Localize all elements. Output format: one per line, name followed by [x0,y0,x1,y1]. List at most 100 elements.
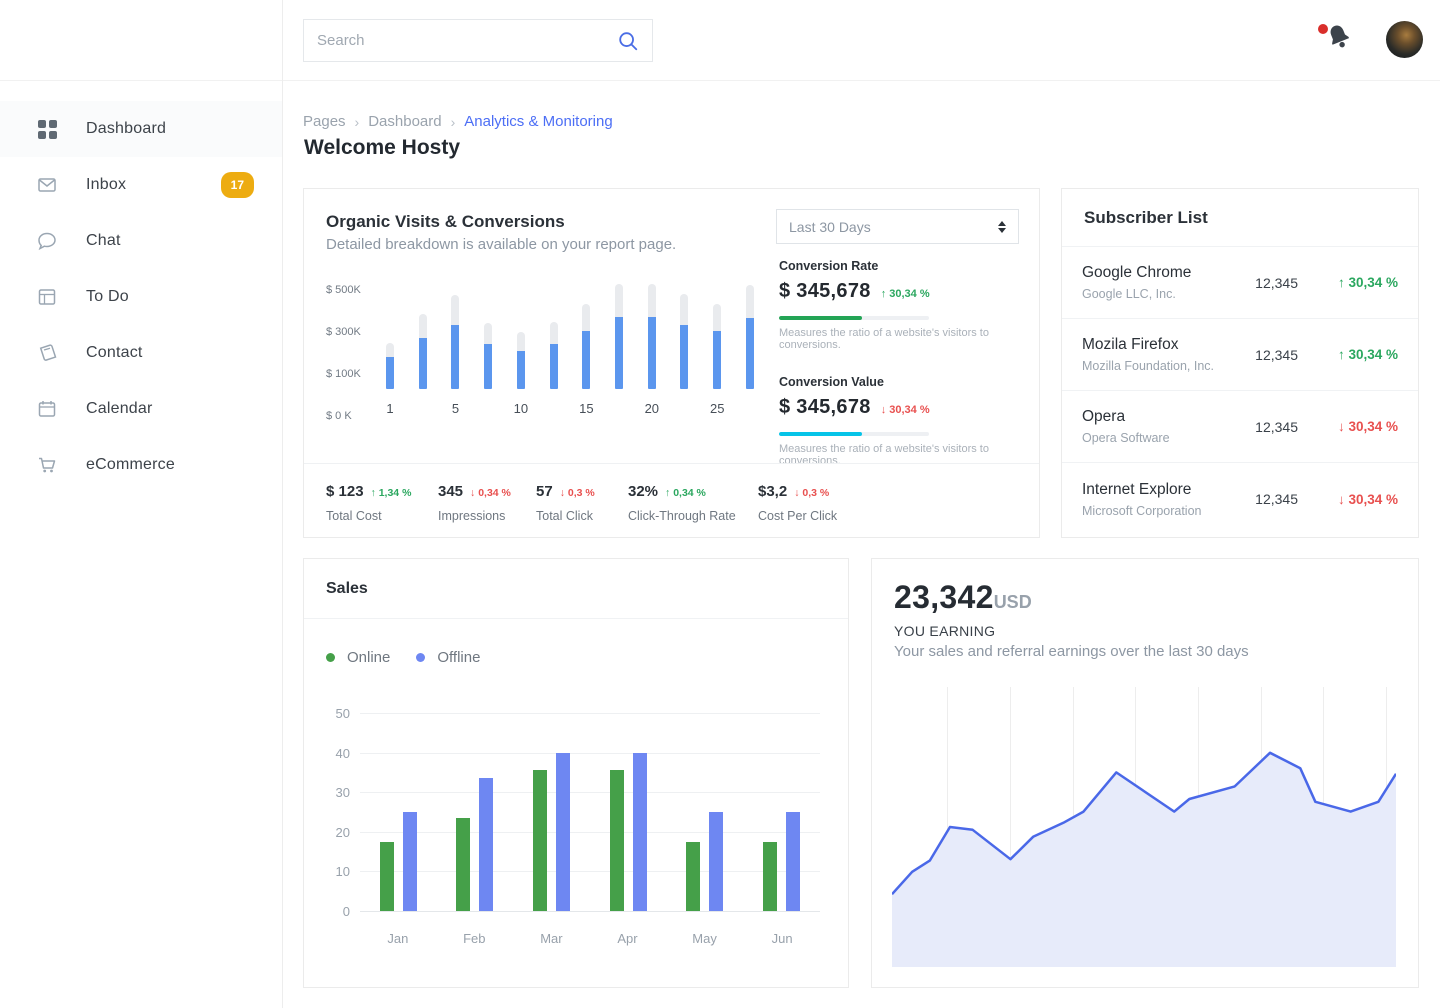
earning-amount: 23,342 [894,579,994,616]
sidebar-item-inbox[interactable]: Inbox17 [0,157,282,213]
subscriber-name: Google Chrome [1082,264,1242,282]
sales-chart-plot [360,713,820,911]
stat-delta: ↓ 0,3 % [794,487,829,499]
organic-bar-fill [550,344,558,389]
sidebar-item-dashboard[interactable]: Dashboard [0,101,282,157]
metric-caption: Measures the ratio of a website's visito… [779,327,1019,351]
subscriber-row[interactable]: Google ChromeGoogle LLC, Inc.12,345↑ 30,… [1062,247,1418,319]
subscriber-company: Microsoft Corporation [1082,504,1242,518]
subscriber-row[interactable]: Internet ExploreMicrosoft Corporation12,… [1062,463,1418,535]
organic-card-subtitle: Detailed breakdown is available on your … [326,236,676,253]
x-tick-label: Jan [387,931,408,946]
sidebar-nav: DashboardInbox17Chat To Do Contact Calendar… [0,81,282,493]
sales-legend: Online Offline [326,649,480,666]
dashboard-page: DashboardInbox17ChatTo DoContactCalendar… [0,0,1440,1008]
stat-click-through-rate: 32%↑ 0,34 %Click-Through Rate [628,483,758,523]
organic-bar [615,284,623,389]
sales-card-header: Sales [304,559,848,619]
y-tick-label: 30 [336,785,350,800]
x-tick-label: Jun [772,931,793,946]
search-box [303,19,653,62]
y-tick-label: 40 [336,746,350,761]
organic-bar [648,284,656,389]
breadcrumb-item[interactable]: Dashboard [368,113,441,130]
sidebar-item-ecommerce[interactable]: eCommerce [0,437,282,493]
notifications-button[interactable] [1324,22,1358,56]
legend-label: Online [347,649,390,666]
divider [304,463,1039,464]
y-tick-label: $ 0 K [326,410,352,422]
y-tick-label: 20 [336,825,350,840]
legend-dot [416,653,425,662]
organic-bar-fill [648,317,656,389]
earning-area-svg [892,687,1396,967]
metric-label: Conversion Rate [779,259,1019,273]
subscriber-row[interactable]: Mozila FirefoxMozilla Foundation, Inc.12… [1062,319,1418,391]
sidebar-item-to-do[interactable]: To Do [0,269,282,325]
stats-row: $ 123↑ 1,34 %Total Cost345↓ 0,34 %Impres… [326,483,837,523]
subscriber-company: Google LLC, Inc. [1082,287,1242,301]
stat-value-row: $ 123↑ 1,34 % [326,483,438,500]
sales-bar-offline [633,753,647,911]
x-tick-label: Feb [463,931,485,946]
sidebar-item-contact[interactable]: Contact [0,325,282,381]
bell-icon [1319,17,1358,56]
breadcrumb: Pages›Dashboard›Analytics & Monitoring [303,113,613,130]
organic-bar [680,294,688,389]
stat-value: 345 [438,483,463,500]
stat-label: Total Click [536,509,628,523]
stat-delta: ↑ 0,34 % [665,487,706,499]
stat-delta: ↑ 1,34 % [371,487,412,499]
legend-label: Offline [437,649,480,666]
y-tick-label: $ 500K [326,284,361,296]
legend-dot [326,653,335,662]
metric-progress-track [779,432,929,436]
metric-delta: ↑ 30,34 % [881,288,930,300]
breadcrumb-item[interactable]: Pages [303,113,346,130]
sales-bar-offline [479,778,493,911]
metric-value-row: $ 345,678↓ 30,34 % [779,396,1019,419]
avatar[interactable] [1386,21,1423,58]
legend-item-offline[interactable]: Offline [416,649,480,666]
sidebar-item-calendar[interactable]: Calendar [0,381,282,437]
stat-value-row: 345↓ 0,34 % [438,483,536,500]
y-tick-label: 50 [336,706,350,721]
subscriber-company: Opera Software [1082,431,1242,445]
sales-bar-offline [403,812,417,911]
subscriber-row[interactable]: OperaOpera Software12,345↓ 30,34 % [1062,391,1418,463]
conversion-metrics: Conversion Rate $ 345,678 ↑ 30,34 % Measure… [779,259,1019,467]
stat-total-cost: $ 123↑ 1,34 %Total Cost [326,483,438,523]
cart-icon [36,454,58,476]
metric-value: $ 345,678 [779,396,871,419]
subscriber-count: 12,345 [1242,275,1298,291]
logo-area [0,0,282,81]
sales-bar-group [533,753,570,911]
subscriber-name: Internet Explore [1082,481,1242,499]
stat-value: $3,2 [758,483,787,500]
search-input[interactable] [317,32,617,49]
date-range-select[interactable]: Last 30 Days [776,209,1019,244]
organic-bar [550,322,558,389]
calendar-icon [36,398,58,420]
x-tick-label: 15 [571,401,601,416]
mail-icon [36,174,58,196]
legend-item-online[interactable]: Online [326,649,390,666]
stat-value-row: 32%↑ 0,34 % [628,483,758,500]
sales-bar-online [610,770,624,911]
breadcrumb-item[interactable]: Analytics & Monitoring [464,113,612,130]
sidebar-item-label: Calendar [86,400,153,418]
metric-value: $ 345,678 [779,280,871,303]
stat-impressions: 345↓ 0,34 %Impressions [438,483,536,523]
metric-label: Conversion Value [779,375,1019,389]
breadcrumb-separator: › [451,114,456,130]
sales-bar-offline [556,753,570,911]
organic-bar [713,304,721,389]
sidebar-item-chat[interactable]: Chat [0,213,282,269]
subscriber-names: Internet Explore Microsoft Corporation [1082,481,1242,518]
sidebar-item-label: To Do [86,288,129,306]
metric-progress-fill [779,432,862,436]
search-icon[interactable] [617,30,639,52]
subscriber-name: Mozila Firefox [1082,336,1242,354]
sales-bar-online [686,842,700,911]
organic-card-title: Organic Visits & Conversions [326,212,565,232]
